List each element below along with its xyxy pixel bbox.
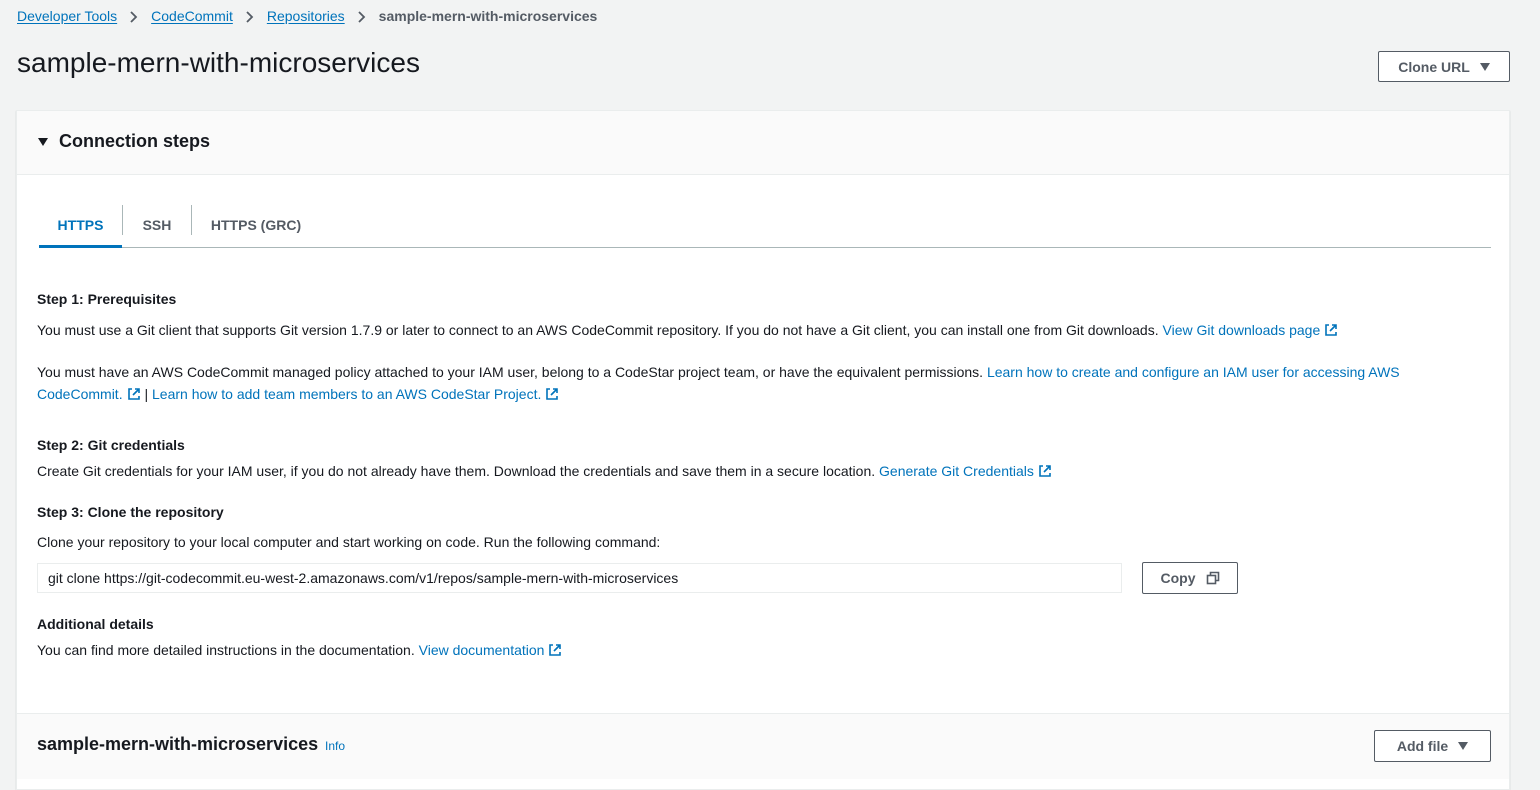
- generate-git-credentials-label: Generate Git Credentials: [879, 463, 1034, 479]
- repository-section-header: sample-mern-with-microservices Info Add …: [17, 713, 1509, 779]
- breadcrumb-codecommit[interactable]: CodeCommit: [151, 8, 233, 24]
- caret-down-icon: [38, 138, 48, 146]
- step1-paragraph-1: You must use a Git client that supports …: [37, 319, 1437, 341]
- repository-section-title: sample-mern-with-microservices: [37, 734, 319, 754]
- connection-steps-panel: Connection steps HTTPS SSH HTTPS (GRC) S…: [16, 110, 1510, 790]
- caret-down-icon: [1479, 62, 1490, 71]
- codestar-team-link-label: Learn how to add team members to an AWS …: [152, 386, 542, 402]
- step1-text-2: You must have an AWS CodeCommit managed …: [37, 364, 984, 380]
- external-link-icon: [546, 388, 559, 400]
- link-separator: |: [144, 386, 149, 402]
- add-file-button[interactable]: Add file: [1374, 730, 1491, 762]
- external-link-icon: [549, 644, 562, 656]
- connection-steps-header[interactable]: Connection steps: [17, 111, 1509, 175]
- step3-heading: Step 3: Clone the repository: [37, 504, 224, 520]
- step3-paragraph: Clone your repository to your local comp…: [37, 534, 661, 550]
- breadcrumb-repositories[interactable]: Repositories: [267, 8, 345, 24]
- copy-icon: [1206, 571, 1219, 585]
- view-documentation-link[interactable]: View documentation: [419, 642, 563, 658]
- step2-text: Create Git credentials for your IAM user…: [37, 463, 876, 479]
- generate-git-credentials-link[interactable]: Generate Git Credentials: [879, 463, 1052, 479]
- chevron-right-icon: [355, 8, 369, 24]
- step1-paragraph-2: You must have an AWS CodeCommit managed …: [37, 361, 1437, 405]
- breadcrumb-current: sample-mern-with-microservices: [378, 8, 598, 24]
- view-documentation-label: View documentation: [418, 642, 545, 658]
- codestar-team-link[interactable]: Learn how to add team members to an AWS …: [152, 386, 559, 402]
- external-link-icon: [1325, 324, 1338, 336]
- caret-down-icon: [1458, 742, 1469, 750]
- external-link-icon: [127, 388, 140, 400]
- view-git-downloads-label: View Git downloads page: [1162, 322, 1321, 338]
- chevron-right-icon: [127, 8, 141, 24]
- step1-heading: Step 1: Prerequisites: [37, 291, 177, 307]
- add-file-label: Add file: [1396, 738, 1449, 754]
- tab-https-grc[interactable]: HTTPS (GRC): [192, 203, 320, 247]
- step1-text-1: You must use a Git client that supports …: [37, 322, 1159, 338]
- additional-details-paragraph: You can find more detailed instructions …: [37, 639, 1437, 661]
- page-title: sample-mern-with-microservices: [17, 47, 420, 78]
- clone-url-button[interactable]: Clone URL: [1378, 51, 1510, 82]
- protocol-tabs: HTTPS SSH HTTPS (GRC): [39, 203, 1491, 248]
- view-git-downloads-link[interactable]: View Git downloads page: [1163, 322, 1339, 338]
- chevron-right-icon: [243, 8, 257, 24]
- step2-paragraph: Create Git credentials for your IAM user…: [37, 460, 1437, 482]
- breadcrumb-developer-tools[interactable]: Developer Tools: [17, 8, 117, 24]
- connection-steps-title: Connection steps: [59, 131, 211, 151]
- external-link-icon: [1039, 465, 1051, 477]
- step2-heading: Step 2: Git credentials: [37, 437, 185, 453]
- clone-command-field[interactable]: git clone https://git-codecommit.eu-west…: [37, 563, 1122, 593]
- tab-ssh[interactable]: SSH: [123, 203, 191, 247]
- copy-label: Copy: [1160, 570, 1196, 586]
- clone-url-label: Clone URL: [1398, 58, 1470, 75]
- breadcrumb: Developer Tools CodeCommit Repositories …: [17, 6, 597, 26]
- tab-https[interactable]: HTTPS: [39, 203, 122, 248]
- info-link[interactable]: Info: [325, 739, 345, 753]
- additional-details-heading: Additional details: [37, 616, 154, 632]
- additional-details-text: You can find more detailed instructions …: [37, 642, 415, 658]
- copy-button[interactable]: Copy: [1142, 562, 1238, 594]
